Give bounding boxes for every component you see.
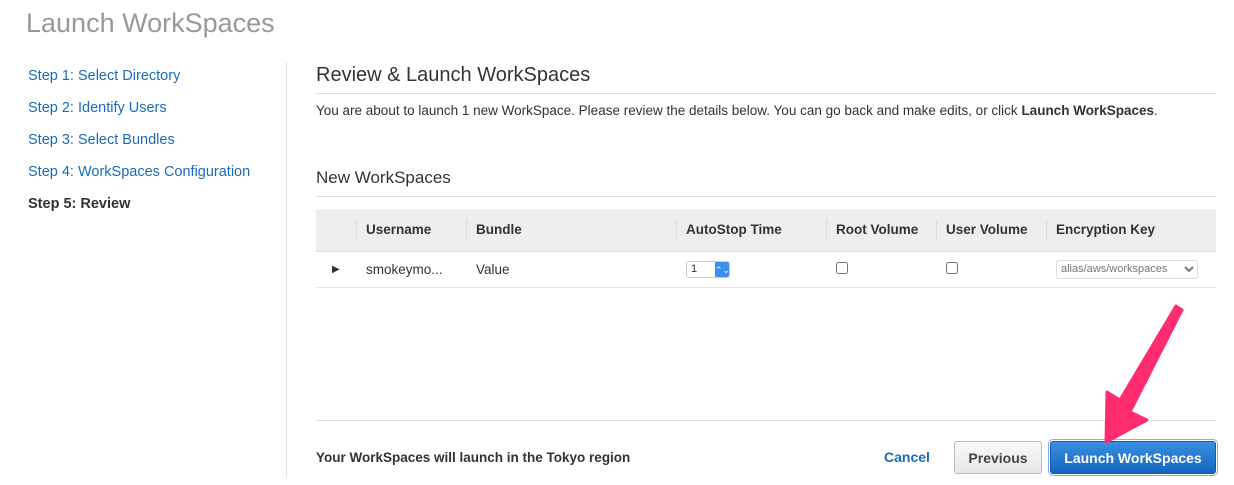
annotation-arrow-icon: [1104, 304, 1184, 444]
